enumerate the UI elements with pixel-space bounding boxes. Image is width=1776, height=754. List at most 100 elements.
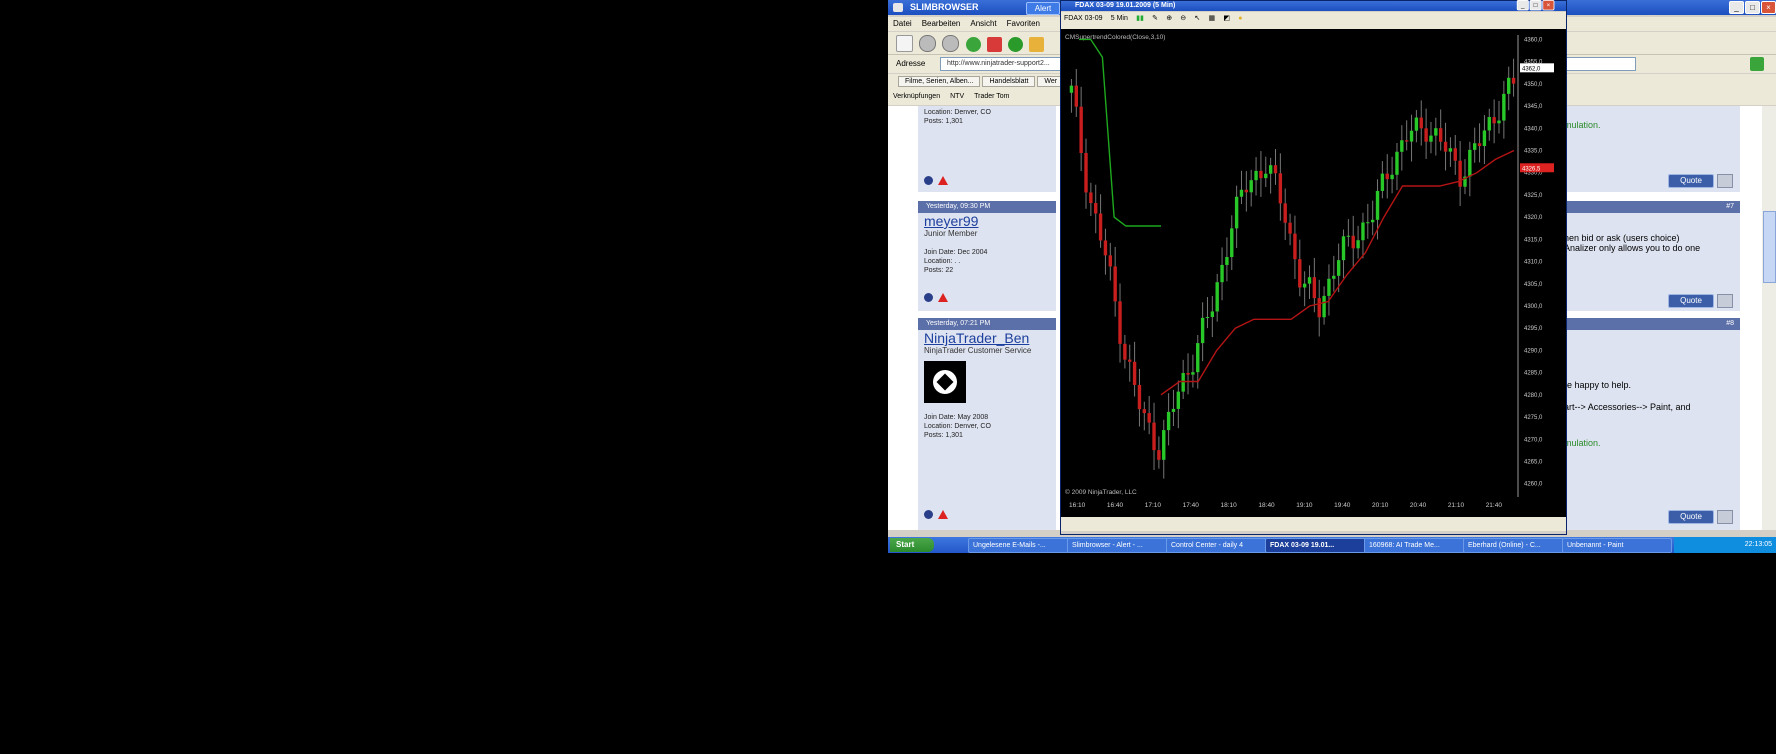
- y-tick-label: 4350,0: [1524, 82, 1543, 88]
- up-icon[interactable]: [965, 37, 981, 52]
- price-marker-label: 4362,0: [1522, 66, 1541, 72]
- page-scrollbar[interactable]: [1762, 106, 1776, 530]
- link-trader-tom[interactable]: Trader Tom: [969, 91, 1014, 102]
- link-ntv[interactable]: NTV: [945, 91, 969, 102]
- quote-button[interactable]: Quote: [1668, 510, 1714, 524]
- x-tick-label: 18:40: [1258, 502, 1275, 509]
- tab-handelsblatt[interactable]: Handelsblatt: [982, 76, 1036, 87]
- x-tick-label: 16:10: [1069, 502, 1086, 509]
- post-number[interactable]: #7: [1564, 201, 1740, 213]
- stop-icon[interactable]: [986, 37, 1002, 52]
- chart-titlebar[interactable]: FDAX 03-09 19.01.2009 (5 Min) _ □ ×: [1061, 0, 1566, 11]
- strategies-icon[interactable]: ●: [1238, 15, 1242, 22]
- post-text: re happy to help.: [1564, 380, 1632, 390]
- task-ai-trade[interactable]: 160968: AI Trade Me...: [1364, 538, 1465, 553]
- candle-body: [1205, 317, 1210, 319]
- go-icon[interactable]: [1750, 57, 1764, 71]
- refresh-icon[interactable]: [1008, 37, 1024, 52]
- candle-body: [1074, 85, 1078, 107]
- y-tick-label: 4280,0: [1524, 393, 1543, 399]
- new-page-icon[interactable]: [896, 35, 913, 52]
- pointer-icon[interactable]: ↖: [1194, 14, 1200, 22]
- candle-body: [1210, 311, 1215, 318]
- candle-body: [1278, 173, 1283, 204]
- back-icon[interactable]: [919, 35, 937, 52]
- candle-body: [1317, 298, 1321, 318]
- instrument-selector[interactable]: FDAX 03-09: [1064, 15, 1103, 22]
- edit-icon[interactable]: [1717, 510, 1733, 524]
- task-fdax-chart[interactable]: FDAX 03-09 19.01...: [1265, 538, 1366, 553]
- close-icon[interactable]: ×: [1542, 0, 1555, 11]
- menu-favorites[interactable]: Favoriten: [1002, 17, 1045, 30]
- candle-body: [1443, 141, 1448, 152]
- author-location: Location: . .: [924, 258, 961, 265]
- y-tick-label: 4325,0: [1524, 193, 1543, 199]
- chart-window-title: FDAX 03-09 19.01.2009 (5 Min): [1075, 2, 1176, 9]
- taskbar: Start Ungelesene E-Mails -... Slimbrowse…: [888, 537, 1776, 553]
- post-number[interactable]: #8: [1564, 318, 1740, 330]
- task-eberhard[interactable]: Eberhard (Online) - C...: [1463, 538, 1564, 553]
- post-header-date: Yesterday, 09:30 PM: [918, 201, 1056, 213]
- close-icon[interactable]: ×: [1761, 1, 1776, 14]
- task-email[interactable]: Ungelesene E-Mails -...: [968, 538, 1069, 553]
- edit-icon[interactable]: [1717, 174, 1733, 188]
- candle-body: [1191, 372, 1195, 375]
- x-tick-label: 20:40: [1410, 502, 1427, 509]
- x-tick-label: 16:40: [1107, 502, 1124, 509]
- zoom-out-icon[interactable]: ⊖: [1180, 14, 1186, 22]
- candle-body: [1346, 235, 1351, 237]
- candle-body: [1400, 140, 1404, 152]
- properties-icon[interactable]: ▦: [1209, 14, 1216, 22]
- menu-edit[interactable]: Bearbeiten: [917, 17, 966, 30]
- maximize-icon[interactable]: □: [1529, 0, 1542, 11]
- candle-body: [1264, 173, 1268, 179]
- report-icon[interactable]: [938, 176, 948, 185]
- report-icon[interactable]: [938, 293, 948, 302]
- x-tick-label: 18:10: [1221, 502, 1238, 509]
- task-control-center[interactable]: Control Center - daily 4: [1166, 538, 1267, 553]
- minimize-icon[interactable]: _: [1516, 0, 1529, 11]
- candle-body: [1234, 196, 1239, 229]
- browser-window-controls: _ □ ×: [1728, 1, 1776, 14]
- author-username[interactable]: NinjaTrader_Ben: [924, 330, 1056, 346]
- candle-body: [1283, 203, 1287, 223]
- post-text: mulation.: [1564, 120, 1601, 130]
- online-status-icon: [924, 510, 933, 519]
- alert-button[interactable]: Alert: [1026, 2, 1060, 15]
- menu-file[interactable]: Datei: [888, 17, 917, 30]
- author-username[interactable]: meyer99: [924, 213, 1056, 229]
- minimize-icon[interactable]: _: [1729, 1, 1744, 14]
- x-tick-label: 20:10: [1372, 502, 1389, 509]
- chart-scrollbar[interactable]: [1061, 517, 1566, 531]
- task-slimbrowser[interactable]: Slimbrowser - Alert - ...: [1067, 538, 1168, 553]
- edit-icon[interactable]: [1717, 294, 1733, 308]
- y-tick-label: 4320,0: [1524, 215, 1543, 221]
- draw-tool-icon[interactable]: ✎: [1152, 14, 1158, 22]
- menu-view[interactable]: Ansicht: [965, 17, 1001, 30]
- candle-body: [1458, 160, 1462, 187]
- chart-style-icon[interactable]: ▮▮: [1136, 14, 1144, 22]
- tab-filme[interactable]: Filme, Serien, Alben...: [898, 76, 981, 87]
- candle-body: [1395, 151, 1399, 175]
- zoom-in-icon[interactable]: ⊕: [1166, 14, 1172, 22]
- scrollbar-thumb[interactable]: [1763, 211, 1776, 283]
- quote-button[interactable]: Quote: [1668, 294, 1714, 308]
- task-paint[interactable]: Unbenannt - Paint: [1562, 538, 1672, 553]
- indicators-icon[interactable]: ◩: [1223, 14, 1230, 22]
- post-header-date: Yesterday, 07:21 PM: [918, 318, 1056, 330]
- candle-body: [1079, 106, 1083, 154]
- report-icon[interactable]: [938, 510, 948, 519]
- candle-body: [1424, 128, 1428, 142]
- chart-window-controls: _ □ ×: [1516, 0, 1555, 11]
- home-icon[interactable]: [1029, 37, 1045, 52]
- chart-plot-area[interactable]: CMSupertrendColored(Close,3,10) © 2009 N…: [1061, 29, 1566, 521]
- start-button[interactable]: Start: [890, 538, 934, 552]
- quote-button[interactable]: Quote: [1668, 174, 1714, 188]
- stop-marker-label: 4326,5: [1522, 166, 1541, 172]
- y-tick-label: 4275,0: [1524, 415, 1543, 421]
- maximize-icon[interactable]: □: [1745, 1, 1760, 14]
- candle-body: [1215, 282, 1219, 312]
- candle-body: [1118, 301, 1122, 344]
- forward-icon[interactable]: [942, 35, 960, 52]
- interval-selector[interactable]: 5 Min: [1111, 15, 1128, 22]
